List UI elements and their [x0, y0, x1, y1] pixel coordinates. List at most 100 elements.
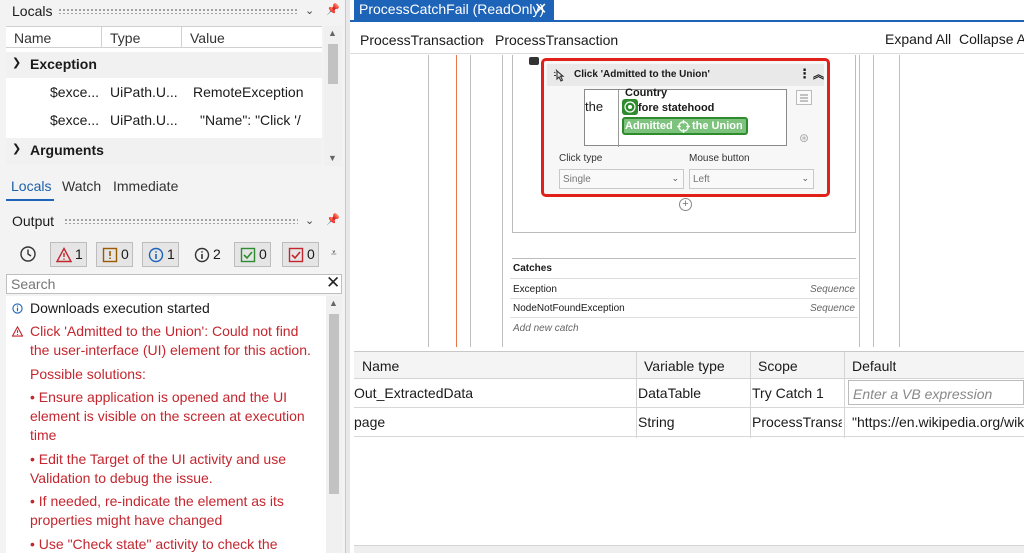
breadcrumb-item[interactable]: ProcessTransaction: [360, 32, 483, 48]
check-square-icon: [240, 247, 256, 263]
output-line[interactable]: time: [30, 426, 56, 445]
tab-underline: [350, 20, 1024, 22]
output-line[interactable]: Validation to debug the issue.: [30, 469, 213, 488]
output-line[interactable]: Possible solutions:: [30, 365, 146, 384]
mouse-button-select[interactable]: Left ⌄: [689, 169, 814, 189]
output-line[interactable]: Downloads execution started: [30, 299, 210, 318]
column-name[interactable]: Name: [14, 30, 51, 46]
filter-success[interactable]: 0: [234, 242, 271, 267]
column-name[interactable]: Name: [362, 358, 399, 374]
more-filters-icon[interactable]: ⩡: [331, 248, 337, 259]
scrollbar-thumb[interactable]: [329, 314, 339, 494]
variable-row[interactable]: page String ProcessTransact "https://en.…: [354, 408, 1024, 437]
scroll-up-icon[interactable]: ▲: [328, 28, 337, 38]
filter-trace[interactable]: 2: [188, 242, 225, 267]
target-preview[interactable]: the Country fore statehood Admitted the …: [584, 87, 787, 147]
document-tab[interactable]: ProcessCatchFail (ReadOnly) ✕: [354, 0, 554, 20]
output-line[interactable]: • If needed, re-indicate the element as …: [30, 492, 284, 511]
locals-title: Locals: [12, 3, 53, 19]
info-outline-icon: [194, 247, 210, 263]
group-arguments[interactable]: ❯ Arguments: [6, 138, 322, 164]
click-type-select[interactable]: Single ⌄: [559, 169, 684, 189]
output-grip[interactable]: [64, 218, 298, 224]
column-scope[interactable]: Scope: [758, 358, 798, 374]
breadcrumb-item[interactable]: ProcessTransaction: [495, 32, 618, 48]
add-new-catch-link[interactable]: Add new catch: [513, 323, 579, 334]
filter-errors[interactable]: 0: [96, 242, 133, 267]
chevron-right-icon: ›: [480, 31, 485, 47]
chevron-down-icon[interactable]: ⌄: [305, 4, 314, 17]
output-line[interactable]: • Edit the Target of the UI activity and…: [30, 450, 286, 469]
output-line[interactable]: • Use "Check state" activity to check th…: [30, 535, 278, 553]
chevron-down-icon[interactable]: ⌄: [305, 214, 314, 227]
activity-header[interactable]: Click 'Admitted to the Union' ⋮ ︽: [547, 64, 824, 86]
tab-locals[interactable]: Locals: [11, 178, 51, 194]
variable-scope[interactable]: Try Catch 1: [752, 385, 842, 401]
scrollbar-thumb[interactable]: [328, 44, 338, 84]
click-icon: [553, 69, 565, 82]
variable-name[interactable]: page: [354, 414, 634, 430]
output-search[interactable]: ✕: [6, 273, 342, 294]
variable-default[interactable]: "https://en.wikipedia.org/wik: [852, 414, 1024, 430]
catch-row[interactable]: NodeNotFoundException Sequence: [510, 299, 858, 318]
pin-icon[interactable]: 📌: [326, 3, 340, 16]
variable-type[interactable]: DataTable: [638, 385, 748, 401]
column-value[interactable]: Value: [190, 30, 225, 46]
variable-scope[interactable]: ProcessTransact: [752, 414, 842, 430]
group-exception[interactable]: ❯ Exception: [6, 52, 322, 78]
default-value-field[interactable]: Enter a VB expression: [848, 380, 1024, 405]
output-title: Output: [12, 213, 55, 229]
filter-warnings[interactable]: 1: [50, 242, 87, 267]
chevron-down-icon[interactable]: ❯: [12, 142, 21, 155]
chevron-down-icon[interactable]: ❯: [12, 56, 21, 69]
active-tab-indicator: [6, 199, 54, 201]
variable-name[interactable]: Out_ExtractedData: [354, 385, 634, 401]
info-circle-icon: [148, 247, 164, 263]
local-value[interactable]: "Name": "Click '/: [200, 112, 304, 128]
variable-row[interactable]: Out_ExtractedData DataTable Try Catch 1 …: [354, 379, 1024, 408]
column-type[interactable]: Type: [110, 30, 140, 46]
scroll-down-icon[interactable]: ▼: [328, 153, 337, 163]
clock-icon[interactable]: [19, 245, 37, 263]
output-line[interactable]: • Ensure application is opened and the U…: [30, 388, 287, 407]
output-line[interactable]: properties might have changed: [30, 511, 222, 530]
search-input[interactable]: [11, 276, 311, 292]
check-square-red-icon: [288, 247, 304, 263]
warning-triangle-icon: [12, 326, 23, 337]
catch-row[interactable]: Exception Sequence: [510, 280, 858, 299]
locals-scrollbar[interactable]: ▲ ▼: [324, 26, 342, 166]
locals-grid-header: Name Type Value: [6, 26, 322, 49]
output-line[interactable]: element is visible on the screen at exec…: [30, 407, 305, 426]
output-list: Downloads execution started Click 'Admit…: [6, 296, 326, 553]
close-icon[interactable]: ✕: [326, 273, 340, 293]
click-activity[interactable]: Click 'Admitted to the Union' ⋮ ︽ the Co…: [541, 58, 830, 197]
column-default[interactable]: Default: [852, 358, 896, 374]
pin-icon[interactable]: 📌: [326, 213, 340, 226]
close-icon[interactable]: ✕: [534, 0, 547, 19]
collapse-all-button[interactable]: Collapse All: [959, 31, 1024, 47]
output-scrollbar[interactable]: ▲: [326, 296, 342, 553]
filter-failed[interactable]: 0: [282, 242, 319, 267]
output-line[interactable]: Click 'Admitted to the Union': Could not…: [30, 322, 298, 341]
gear-target-icon[interactable]: ⊛: [799, 131, 809, 145]
local-name: $exce...: [50, 112, 100, 128]
output-line[interactable]: the user-interface (UI) element for this…: [30, 341, 311, 360]
scroll-up-icon[interactable]: ▲: [329, 298, 338, 308]
variables-header: Name Variable type Scope Default: [354, 352, 1024, 379]
drag-handle-icon[interactable]: [529, 57, 539, 65]
menu-lines-icon[interactable]: [796, 90, 812, 105]
add-activity-icon[interactable]: +: [679, 198, 692, 211]
tab-immediate[interactable]: Immediate: [113, 178, 178, 194]
collapse-icon[interactable]: ︽: [813, 66, 824, 82]
activity-title: Click 'Admitted to the Union': [574, 69, 710, 80]
horizontal-scrollbar[interactable]: [354, 545, 1024, 553]
filter-info[interactable]: 1: [142, 242, 179, 267]
more-options-icon[interactable]: ⋮: [798, 66, 811, 82]
locals-grip[interactable]: [58, 8, 298, 14]
tab-watch[interactable]: Watch: [62, 178, 101, 194]
expand-all-button[interactable]: Expand All: [885, 31, 951, 47]
variable-type[interactable]: String: [638, 414, 748, 430]
local-value[interactable]: RemoteException: [193, 84, 313, 100]
column-variable-type[interactable]: Variable type: [644, 358, 725, 374]
anchor-target-icon: [622, 99, 638, 115]
